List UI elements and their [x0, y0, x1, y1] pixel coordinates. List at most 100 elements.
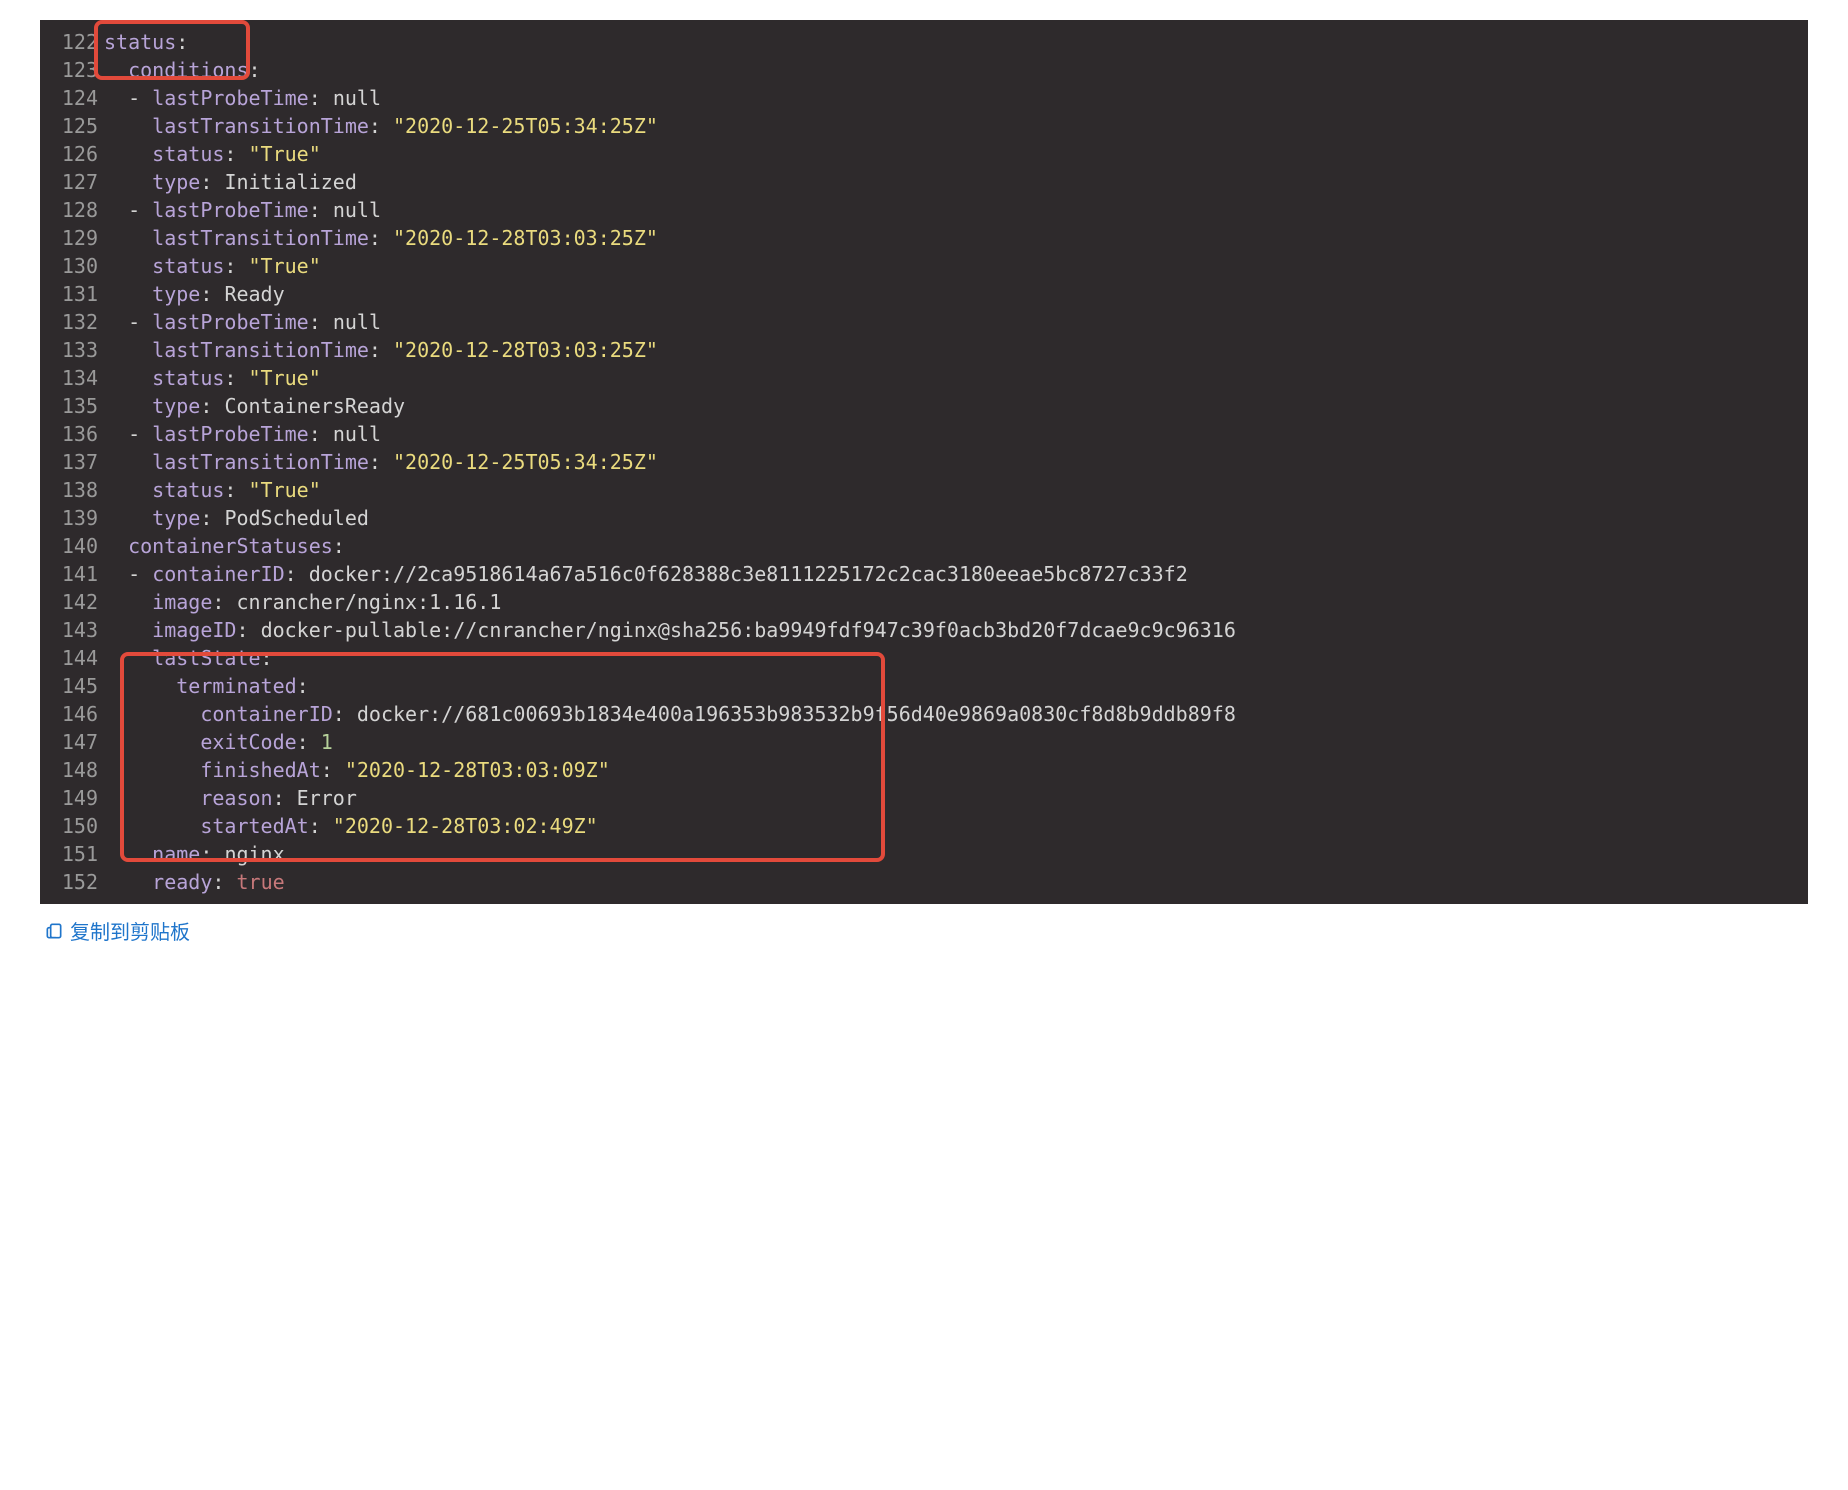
clipboard-icon	[44, 921, 64, 941]
token-num: 1	[321, 730, 333, 754]
code-line: 149 reason: Error	[40, 784, 1808, 812]
token-key: containerStatuses	[128, 534, 333, 558]
code-line: 150 startedAt: "2020-12-28T03:02:49Z"	[40, 812, 1808, 840]
token-sp	[104, 58, 128, 82]
token-sp	[104, 842, 152, 866]
token-str: "2020-12-25T05:34:25Z"	[393, 450, 658, 474]
token-val-plain: null	[333, 86, 381, 110]
token-dash: -	[128, 198, 152, 222]
token-key: lastTransitionTime	[152, 450, 369, 474]
token-key: type	[152, 170, 200, 194]
copy-to-clipboard-button[interactable]: 复制到剪贴板	[44, 916, 190, 945]
line-number: 146	[48, 700, 98, 728]
line-number: 143	[48, 616, 98, 644]
code-line: 139 type: PodScheduled	[40, 504, 1808, 532]
token-sp	[104, 814, 200, 838]
token-colon: :	[321, 758, 345, 782]
token-key: lastTransitionTime	[152, 114, 369, 138]
token-colon: :	[309, 310, 333, 334]
token-str: "2020-12-28T03:03:09Z"	[345, 758, 610, 782]
token-colon: :	[224, 142, 248, 166]
code-line: 122status:	[40, 28, 1808, 56]
code-line: 148 finishedAt: "2020-12-28T03:03:09Z"	[40, 756, 1808, 784]
token-key: image	[152, 590, 212, 614]
line-number: 142	[48, 588, 98, 616]
token-sp	[104, 758, 200, 782]
token-key: terminated	[176, 674, 296, 698]
code-line: 135 type: ContainersReady	[40, 392, 1808, 420]
code-line: 143 imageID: docker-pullable://cnrancher…	[40, 616, 1808, 644]
token-colon: :	[261, 646, 273, 670]
token-sp	[104, 226, 152, 250]
token-colon: :	[333, 534, 345, 558]
token-key: status	[152, 254, 224, 278]
line-number: 135	[48, 392, 98, 420]
token-sp	[104, 394, 152, 418]
line-number: 133	[48, 336, 98, 364]
token-val-plain: PodScheduled	[224, 506, 369, 530]
line-number: 145	[48, 672, 98, 700]
token-colon: :	[212, 870, 236, 894]
token-sp	[104, 114, 152, 138]
line-number: 125	[48, 112, 98, 140]
token-sp	[104, 562, 128, 586]
code-line: 141 - containerID: docker://2ca9518614a6…	[40, 560, 1808, 588]
token-key: containerID	[152, 562, 284, 586]
token-colon: :	[285, 562, 309, 586]
token-key: finishedAt	[200, 758, 320, 782]
line-number: 129	[48, 224, 98, 252]
token-sp	[104, 590, 152, 614]
token-sp	[104, 870, 152, 894]
token-sp	[104, 534, 128, 558]
line-number: 144	[48, 644, 98, 672]
token-str: "2020-12-28T03:02:49Z"	[333, 814, 598, 838]
token-colon: :	[309, 86, 333, 110]
token-str: "True"	[249, 254, 321, 278]
token-sp	[104, 86, 128, 110]
code-line: 128 - lastProbeTime: null	[40, 196, 1808, 224]
token-sp	[104, 338, 152, 362]
token-sp	[104, 170, 152, 194]
token-colon: :	[369, 226, 393, 250]
token-colon: :	[309, 422, 333, 446]
token-val-plain: ContainersReady	[224, 394, 405, 418]
line-number: 124	[48, 84, 98, 112]
token-key: lastTransitionTime	[152, 226, 369, 250]
line-number: 132	[48, 308, 98, 336]
token-sp	[104, 366, 152, 390]
token-sp	[104, 282, 152, 306]
token-str: "True"	[249, 142, 321, 166]
line-number: 149	[48, 784, 98, 812]
line-number: 140	[48, 532, 98, 560]
token-val-plain: null	[333, 422, 381, 446]
token-colon: :	[200, 394, 224, 418]
token-key: startedAt	[200, 814, 308, 838]
token-key: exitCode	[200, 730, 296, 754]
code-line: 123 conditions:	[40, 56, 1808, 84]
line-number: 136	[48, 420, 98, 448]
code-line: 125 lastTransitionTime: "2020-12-25T05:3…	[40, 112, 1808, 140]
code-line: 151 name: nginx	[40, 840, 1808, 868]
token-key: imageID	[152, 618, 236, 642]
token-str: "True"	[249, 478, 321, 502]
token-str: "2020-12-28T03:03:25Z"	[393, 226, 658, 250]
token-sp	[104, 254, 152, 278]
token-key: status	[152, 366, 224, 390]
token-str: "2020-12-28T03:03:25Z"	[393, 338, 658, 362]
code-line: 144 lastState:	[40, 644, 1808, 672]
code-line: 137 lastTransitionTime: "2020-12-25T05:3…	[40, 448, 1808, 476]
token-val-plain: nginx	[224, 842, 284, 866]
token-key: type	[152, 394, 200, 418]
line-number: 150	[48, 812, 98, 840]
token-dash: -	[128, 86, 152, 110]
token-colon: :	[200, 170, 224, 194]
line-number: 138	[48, 476, 98, 504]
token-key: lastProbeTime	[152, 198, 309, 222]
token-colon: :	[369, 450, 393, 474]
token-val-plain: Error	[297, 786, 357, 810]
code-line: 152 ready: true	[40, 868, 1808, 896]
token-key: status	[152, 142, 224, 166]
token-key: lastProbeTime	[152, 422, 309, 446]
code-line: 127 type: Initialized	[40, 168, 1808, 196]
code-line: 134 status: "True"	[40, 364, 1808, 392]
